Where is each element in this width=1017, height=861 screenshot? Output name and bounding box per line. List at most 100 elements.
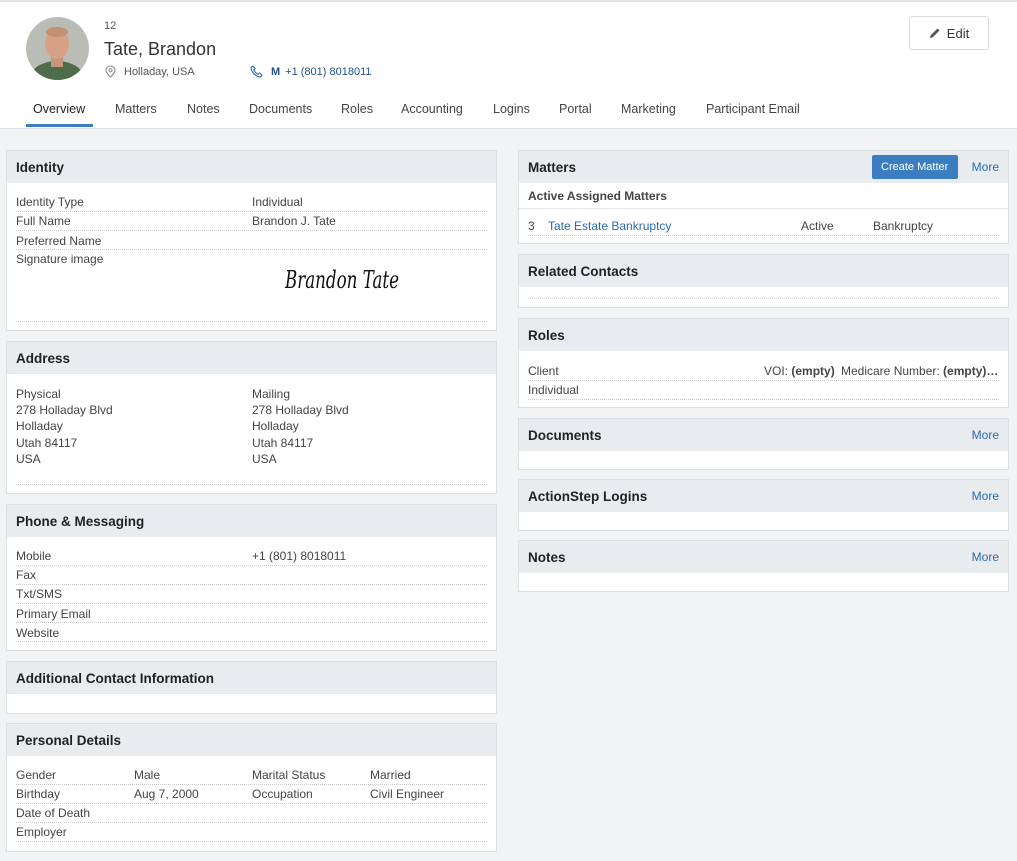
phone-number[interactable]: +1 (801) 8018011 xyxy=(285,66,371,78)
identity-type-label: Identity Type xyxy=(16,195,84,209)
additional-info-panel: Additional Contact Information xyxy=(6,661,497,714)
preferred-name-label: Preferred Name xyxy=(16,234,102,248)
physical-state-zip: Utah 84117 xyxy=(16,436,78,450)
additional-info-header: Additional Contact Information xyxy=(7,662,496,694)
signature-image-label: Signature image xyxy=(16,252,104,266)
tab-accounting[interactable]: Accounting xyxy=(401,102,463,116)
marital-status-value: Married xyxy=(370,768,411,782)
matters-actions: Create Matter More xyxy=(871,155,999,179)
matters-panel: Matters Create Matter More Active Assign… xyxy=(518,150,1009,244)
role-type: Individual xyxy=(528,383,579,397)
divider xyxy=(528,399,999,400)
birthday-label: Birthday xyxy=(16,787,61,801)
logins-panel: ActionStep Logins More xyxy=(518,479,1009,531)
divider xyxy=(16,841,487,842)
mailing-label: Mailing xyxy=(252,387,291,401)
notes-more-link[interactable]: More xyxy=(972,550,999,564)
phone-messaging-title: Phone & Messaging xyxy=(16,513,145,529)
divider xyxy=(16,584,487,585)
address-header: Address xyxy=(7,342,496,374)
phone[interactable]: M +1 (801) 8018011 xyxy=(250,65,372,78)
phone-messaging-header: Phone & Messaging xyxy=(7,505,496,537)
voi-value: (empty) xyxy=(791,364,835,378)
notes-panel: Notes More xyxy=(518,540,1009,592)
roles-header: Roles xyxy=(519,319,1008,351)
tab-notes[interactable]: Notes xyxy=(187,102,220,116)
matter-type: Bankruptcy xyxy=(873,219,934,233)
medicare-value: (empty)… xyxy=(943,364,999,378)
related-contacts-panel: Related Contacts xyxy=(518,254,1009,308)
tab-documents[interactable]: Documents xyxy=(249,102,312,116)
phone-type: M xyxy=(271,65,281,78)
role-client[interactable]: Client xyxy=(528,364,559,378)
divider xyxy=(528,380,999,381)
notes-header: Notes More xyxy=(519,541,1008,573)
primary-email-label: Primary Email xyxy=(16,607,91,621)
divider xyxy=(16,784,487,785)
documents-header: Documents More xyxy=(519,419,1008,451)
create-matter-button[interactable]: Create Matter xyxy=(871,155,958,179)
matter-status: Active xyxy=(801,219,834,233)
location-text: Holladay, USA xyxy=(124,65,195,78)
employer-label: Employer xyxy=(16,825,67,839)
matters-more-link[interactable]: More xyxy=(972,160,999,174)
divider xyxy=(528,298,999,299)
occupation-label: Occupation xyxy=(252,787,313,801)
notes-title: Notes xyxy=(528,549,566,565)
tab-marketing[interactable]: Marketing xyxy=(621,102,676,116)
tab-logins[interactable]: Logins xyxy=(493,102,530,116)
logins-title: ActionStep Logins xyxy=(528,488,648,504)
tab-participant-email[interactable]: Participant Email xyxy=(706,102,800,116)
logins-more-link[interactable]: More xyxy=(972,489,999,503)
phone-icon xyxy=(250,65,263,78)
divider xyxy=(528,235,999,236)
edit-button[interactable]: Edit xyxy=(909,16,989,50)
avatar xyxy=(26,17,89,80)
date-of-death-label: Date of Death xyxy=(16,806,91,820)
matter-link[interactable]: Tate Estate Bankruptcy xyxy=(548,219,671,233)
matters-header: Matters Create Matter More xyxy=(519,151,1008,183)
contact-header: 12 Tate, Brandon Holladay, USA M +1 (801… xyxy=(0,2,1017,129)
website-label: Website xyxy=(16,626,60,640)
contact-id: 12 xyxy=(104,20,117,32)
full-name-label: Full Name xyxy=(16,214,71,228)
personal-details-title: Personal Details xyxy=(16,732,122,748)
physical-city: Holladay xyxy=(16,419,63,433)
divider xyxy=(16,484,487,485)
physical-label: Physical xyxy=(16,387,61,401)
tab-portal[interactable]: Portal xyxy=(559,102,592,116)
divider xyxy=(16,565,487,566)
related-contacts-title: Related Contacts xyxy=(528,263,639,279)
tab-roles[interactable]: Roles xyxy=(341,102,373,116)
divider xyxy=(16,321,487,322)
tab-overview[interactable]: Overview xyxy=(33,102,85,116)
logins-header: ActionStep Logins More xyxy=(519,480,1008,512)
divider xyxy=(16,622,487,623)
personal-details-panel: Personal Details Gender Male Marital Sta… xyxy=(6,723,497,852)
occupation-value: Civil Engineer xyxy=(370,787,445,801)
divider xyxy=(16,822,487,823)
divider xyxy=(16,230,487,231)
phone-messaging-panel: Phone & Messaging Mobile +1 (801) 801801… xyxy=(6,504,497,651)
mailing-street: 278 Holladay Blvd xyxy=(252,403,349,417)
identity-header: Identity xyxy=(7,151,496,183)
divider xyxy=(16,211,487,212)
mailing-state-zip: Utah 84117 xyxy=(252,436,314,450)
divider xyxy=(16,603,487,604)
voi-label: VOI: xyxy=(764,364,789,378)
signature-image: Brandon Tate xyxy=(284,266,399,294)
voi-field: VOI: (empty) xyxy=(764,364,835,378)
identity-type-value: Individual xyxy=(252,195,303,209)
matter-number: 3 xyxy=(528,219,535,233)
location: Holladay, USA xyxy=(105,65,195,78)
medicare-label: Medicare Number: xyxy=(841,364,940,378)
tab-matters[interactable]: Matters xyxy=(115,102,157,116)
edit-label: Edit xyxy=(946,25,970,41)
mailing-country: USA xyxy=(252,452,277,466)
medicare-field: Medicare Number: (empty)… xyxy=(841,364,998,378)
personal-details-header: Personal Details xyxy=(7,724,496,756)
svg-text:Brandon Tate: Brandon Tate xyxy=(284,266,399,294)
documents-more-link[interactable]: More xyxy=(972,428,999,442)
active-assigned-matters-heading: Active Assigned Matters xyxy=(528,189,667,203)
marital-status-label: Marital Status xyxy=(252,768,326,782)
